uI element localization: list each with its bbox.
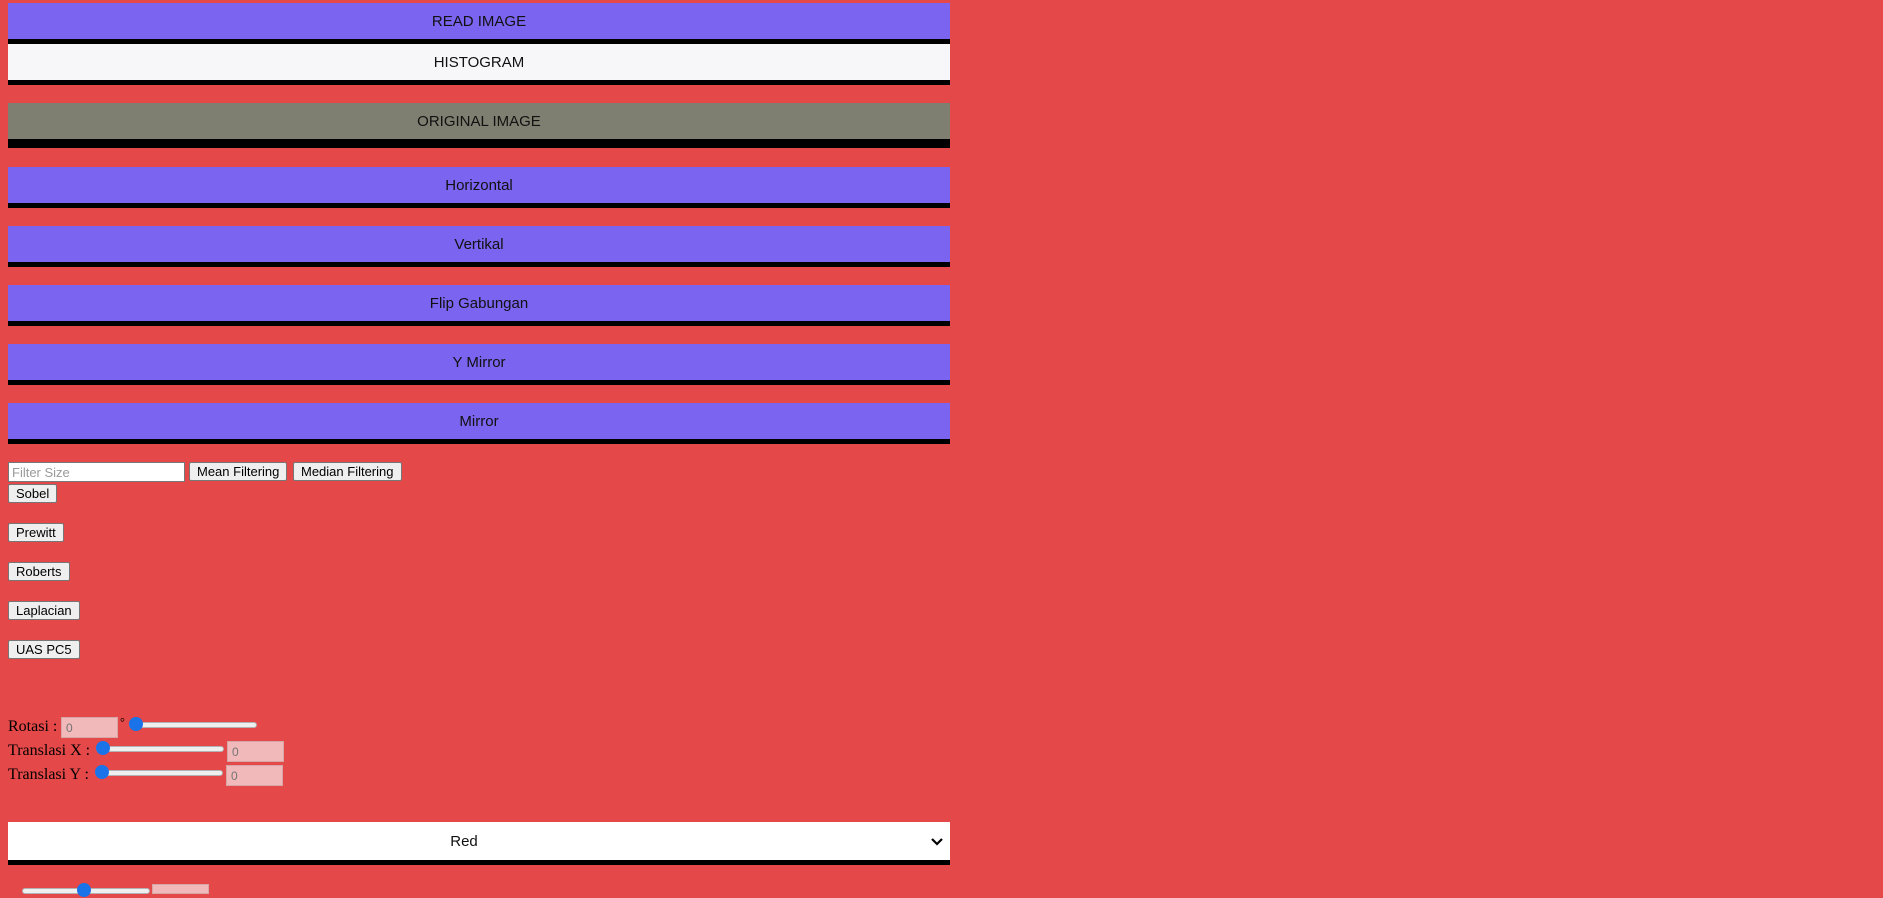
filter-size-input[interactable]	[8, 462, 185, 482]
rotasi-input[interactable]	[61, 717, 118, 738]
translasi-x-label: Translasi X :	[8, 742, 91, 759]
translasi-y-slider-thumb[interactable]	[95, 765, 109, 779]
chevron-down-icon	[931, 838, 943, 846]
original-image-label: ORIGINAL IMAGE	[417, 112, 541, 130]
translasi-x-input[interactable]	[227, 741, 284, 762]
horizontal-flip-button[interactable]: Horizontal	[8, 167, 950, 208]
histogram-label: HISTOGRAM	[433, 53, 525, 71]
vertikal-label: Vertikal	[454, 235, 504, 253]
translasi-x-slider-track	[96, 746, 224, 752]
channel-slider[interactable]	[22, 882, 150, 898]
laplacian-button[interactable]: Laplacian	[8, 601, 80, 620]
rotasi-label: Rotasi :	[8, 718, 58, 735]
channel-select[interactable]: Red	[8, 822, 950, 865]
read-image-label: READ IMAGE	[431, 12, 527, 30]
translasi-y-slider[interactable]	[95, 764, 223, 780]
rotasi-slider-thumb[interactable]	[129, 717, 143, 731]
original-image-button[interactable]: ORIGINAL IMAGE	[8, 103, 950, 148]
translasi-y-label: Translasi Y :	[8, 766, 89, 783]
flip-gabungan-button[interactable]: Flip Gabungan	[8, 285, 950, 326]
mean-filtering-button[interactable]: Mean Filtering	[189, 462, 288, 481]
channel-value-input[interactable]	[152, 884, 209, 894]
flip-gabungan-label: Flip Gabungan	[429, 294, 529, 312]
vertical-flip-button[interactable]: Vertikal	[8, 226, 950, 267]
y-mirror-button[interactable]: Y Mirror	[8, 344, 950, 385]
rotasi-slider-track	[129, 722, 257, 728]
roberts-button[interactable]: Roberts	[8, 562, 70, 581]
sobel-button[interactable]: Sobel	[8, 484, 58, 503]
translasi-x-slider[interactable]	[96, 740, 224, 756]
median-filtering-button[interactable]: Median Filtering	[293, 462, 402, 481]
translasi-y-slider-track	[95, 770, 223, 776]
translasi-x-slider-thumb[interactable]	[96, 741, 110, 755]
y-mirror-label: Y Mirror	[452, 353, 506, 371]
prewitt-button[interactable]: Prewitt	[8, 523, 64, 542]
mirror-label: Mirror	[459, 412, 499, 430]
rotasi-slider[interactable]	[129, 716, 257, 732]
mirror-button[interactable]: Mirror	[8, 403, 950, 444]
read-image-button[interactable]: READ IMAGE	[8, 3, 950, 44]
translasi-y-input[interactable]	[226, 765, 283, 786]
channel-select-value: Red	[450, 832, 478, 850]
degree-symbol: °	[120, 715, 125, 729]
histogram-button[interactable]: HISTOGRAM	[8, 44, 950, 85]
channel-slider-thumb[interactable]	[77, 883, 91, 897]
uas-pc5-button[interactable]: UAS PC5	[8, 640, 80, 659]
horizontal-label: Horizontal	[445, 176, 513, 194]
